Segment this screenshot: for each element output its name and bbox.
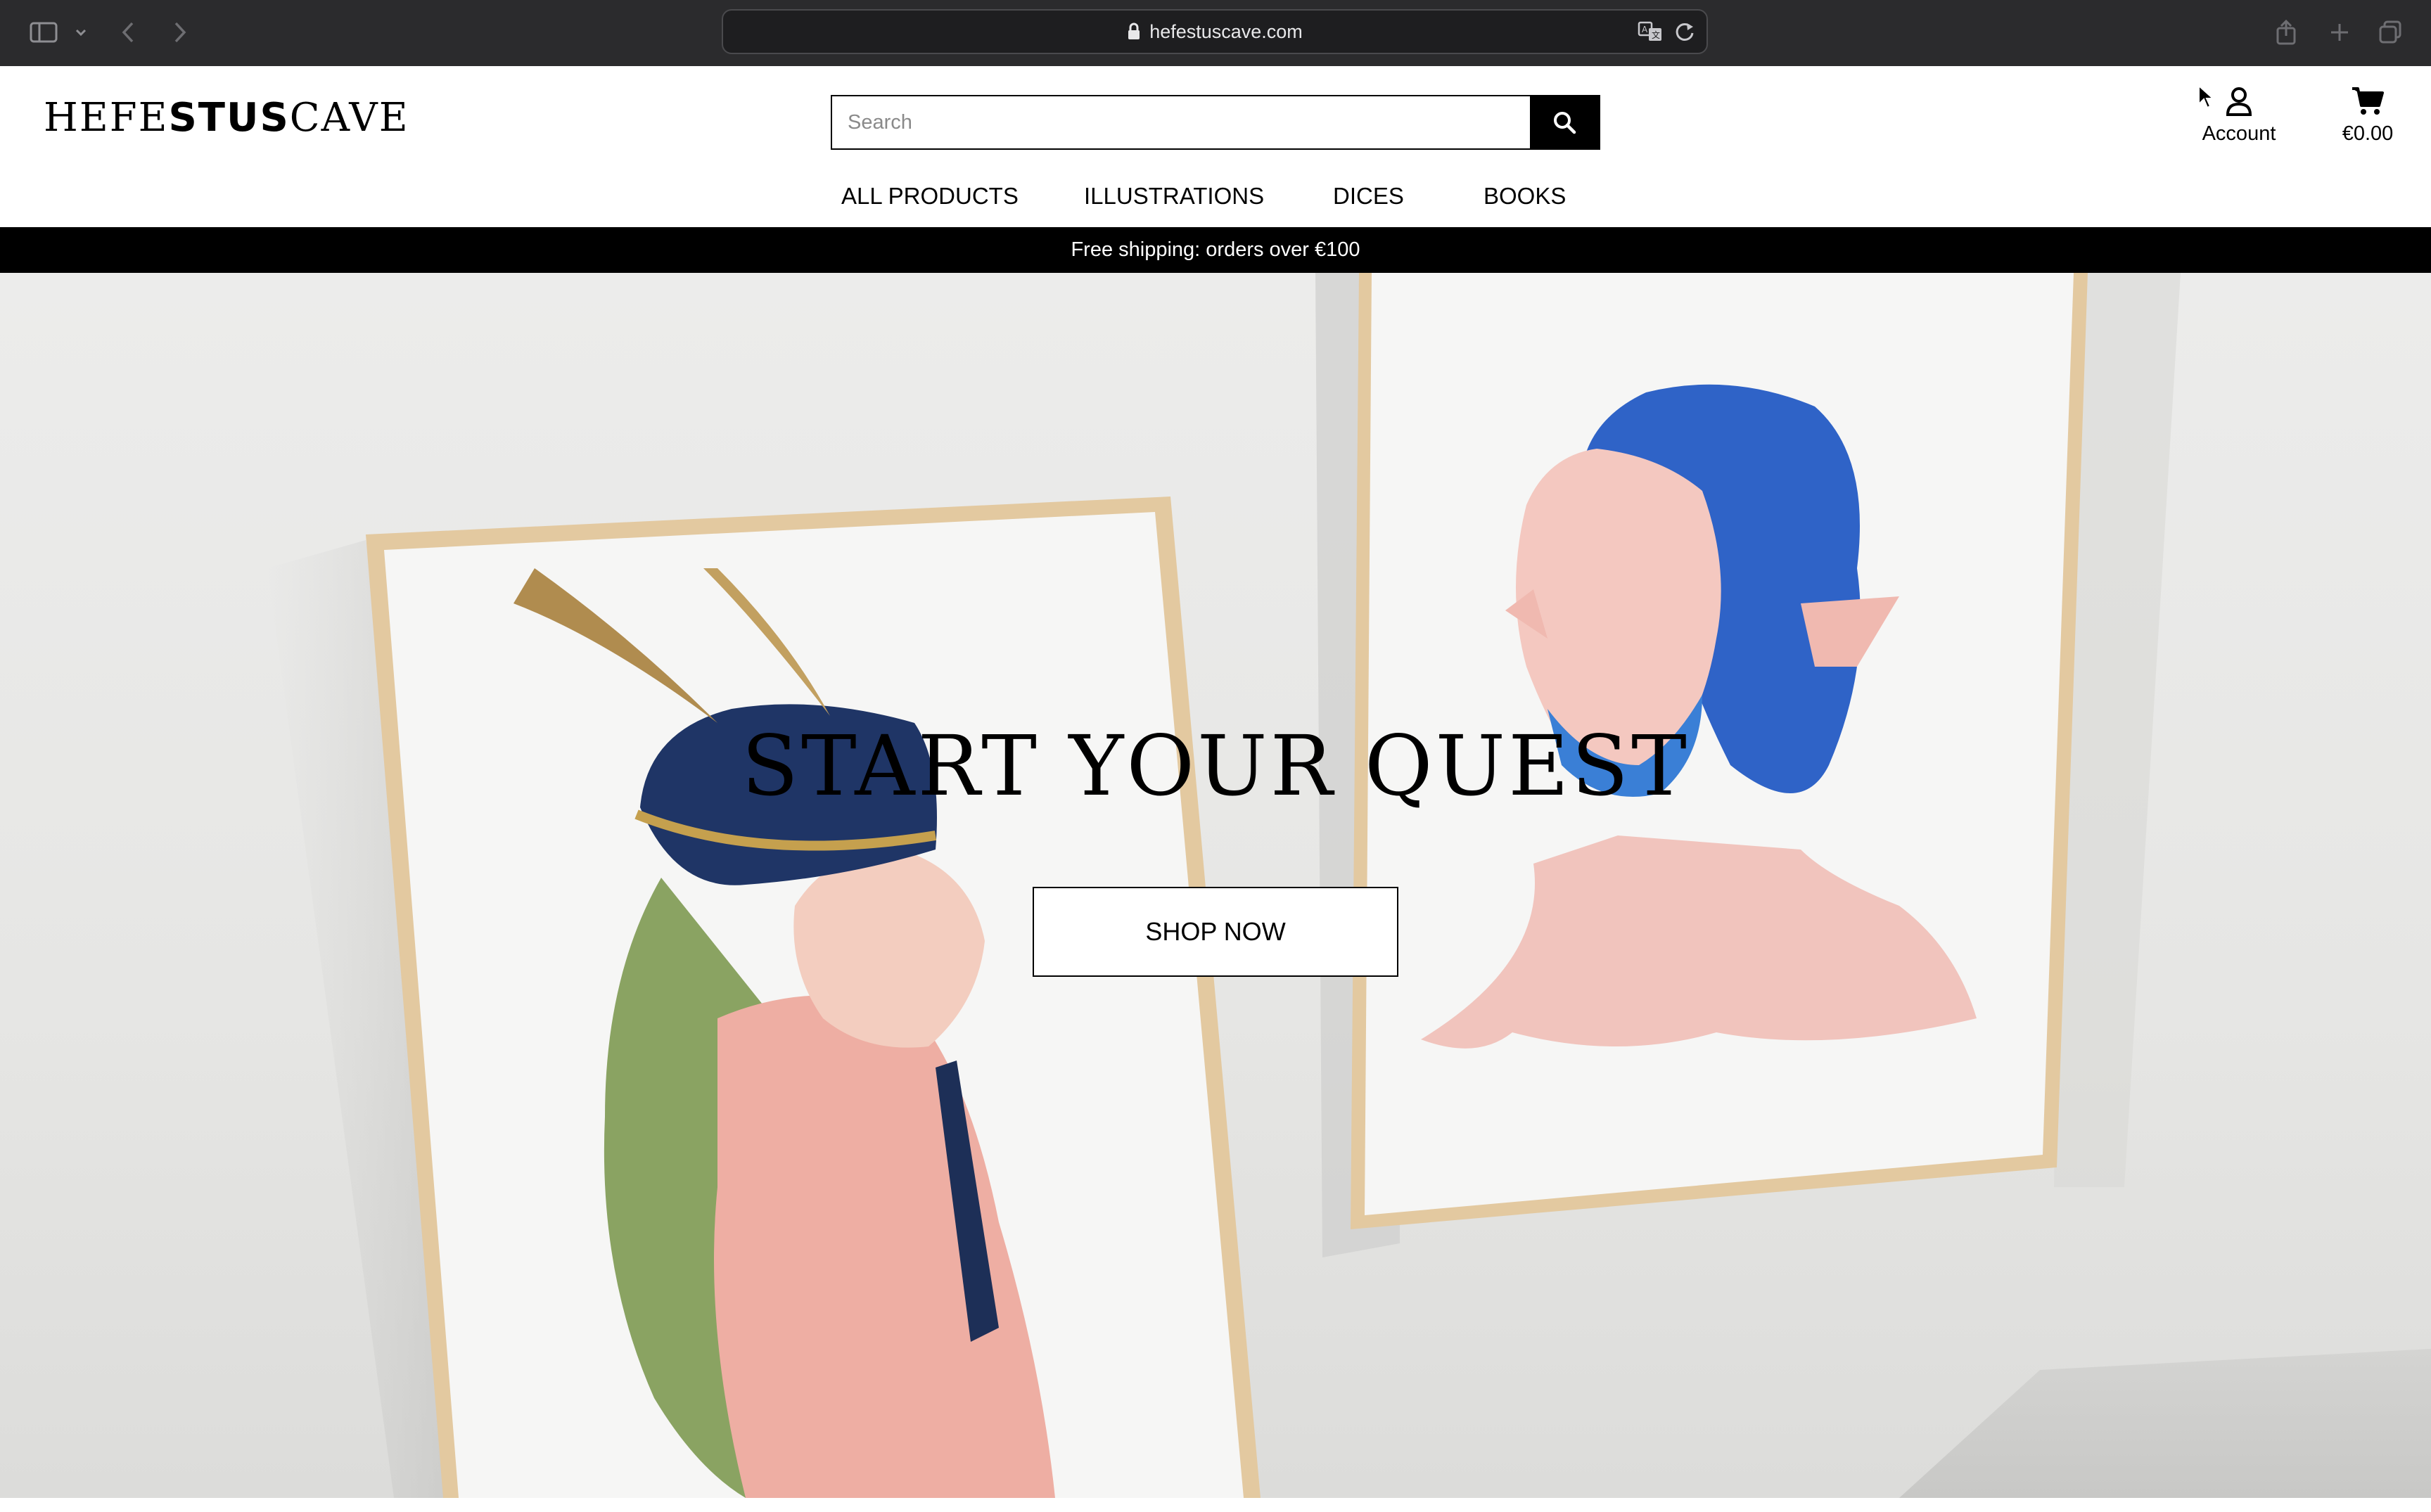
search-icon [1554, 112, 1576, 134]
new-tab-icon[interactable] [2324, 15, 2355, 49]
cart-total: €0.00 [2342, 122, 2394, 145]
address-bar[interactable]: hefestuscave.com A文 [722, 9, 1708, 54]
hero-title: START YOUR QUEST [741, 717, 1690, 814]
user-icon [2226, 87, 2252, 116]
url-text: hefestuscave.com [1149, 20, 1303, 42]
search-bar [831, 95, 1600, 150]
nav-item-books[interactable]: BOOKS [1484, 183, 1566, 210]
site-header: HEFESTUSCAVE Account €0.00 ALL PRODUCTS … [0, 66, 2431, 228]
svg-text:A: A [1642, 25, 1648, 34]
lock-icon [1127, 23, 1141, 41]
reload-icon[interactable] [1674, 20, 1695, 43]
tabs-overview-icon[interactable] [2375, 15, 2406, 49]
announcement-bar: Free shipping: orders over €100 [0, 227, 2431, 273]
site-logo[interactable]: HEFESTUSCAVE [44, 98, 409, 138]
back-icon[interactable] [114, 15, 142, 49]
search-button[interactable] [1530, 96, 1599, 148]
page-bottom-edge [0, 1498, 2431, 1512]
nav-item-illustrations[interactable]: ILLUSTRATIONS [1084, 183, 1264, 210]
nav-item-dices[interactable]: DICES [1333, 183, 1404, 210]
main-nav: ALL PRODUCTS ILLUSTRATIONS DICES BOOKS [0, 183, 2431, 221]
account-link[interactable]: Account [2193, 86, 2285, 146]
hero-background-image [267, 273, 2431, 1498]
translate-icon[interactable]: A文 [1638, 20, 1663, 43]
svg-text:文: 文 [1652, 30, 1660, 40]
shopping-cart-icon [2352, 87, 2384, 115]
forward-icon[interactable] [166, 15, 194, 49]
browser-toolbar: hefestuscave.com A文 [0, 0, 2431, 66]
search-input[interactable] [832, 96, 1530, 148]
hero-banner: START YOUR QUEST SHOP NOW [0, 273, 2431, 1498]
account-label: Account [2202, 122, 2276, 145]
shop-now-button[interactable]: SHOP NOW [1033, 887, 1398, 977]
nav-item-all-products[interactable]: ALL PRODUCTS [841, 183, 1019, 210]
cart-link[interactable]: €0.00 [2325, 86, 2410, 146]
share-icon[interactable] [2271, 15, 2302, 49]
sidebar-icon[interactable] [27, 15, 60, 49]
chevron-down-icon[interactable] [70, 15, 91, 49]
